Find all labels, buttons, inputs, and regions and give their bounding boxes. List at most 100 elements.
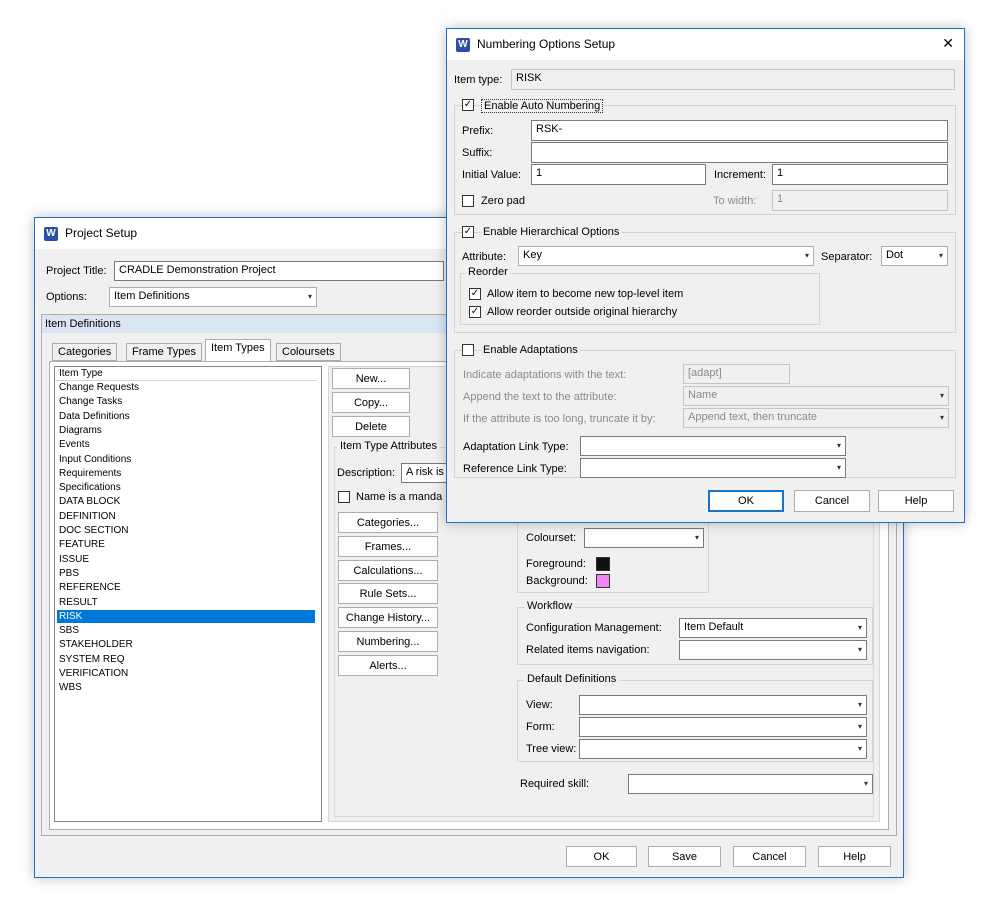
section-header-text: Item Definitions xyxy=(45,318,121,330)
categories-button[interactable]: Categories... xyxy=(338,512,438,533)
numbering-titlebar[interactable]: W Numbering Options Setup ✕ xyxy=(447,29,964,60)
window-title: Project Setup xyxy=(65,226,138,240)
project-cancel-button[interactable]: Cancel xyxy=(733,846,806,867)
project-save-button[interactable]: Save xyxy=(648,846,721,867)
foreground-swatch[interactable] xyxy=(596,557,610,571)
list-item[interactable]: DEFINITION xyxy=(59,510,116,523)
tab-item-types[interactable]: Item Types xyxy=(205,339,271,362)
separator-select[interactable]: Dot ▾ xyxy=(881,246,948,266)
suffix-label: Suffix: xyxy=(462,147,493,159)
project-ok-button[interactable]: OK xyxy=(566,846,637,867)
attribute-value: Key xyxy=(523,249,542,261)
name-mandatory-checkbox[interactable] xyxy=(338,491,350,503)
reference-link-select[interactable]: ▾ xyxy=(580,458,846,478)
numbering-help-button[interactable]: Help xyxy=(878,490,954,512)
numbering-button[interactable]: Numbering... xyxy=(338,631,438,652)
allow-reorder-outside-label: Allow reorder outside original hierarchy xyxy=(487,306,678,318)
list-item[interactable]: FEATURE xyxy=(59,538,105,551)
reference-link-label: Reference Link Type: xyxy=(463,463,567,475)
suffix-field[interactable] xyxy=(531,142,948,163)
list-item[interactable]: PBS xyxy=(59,567,79,580)
close-icon[interactable]: ✕ xyxy=(942,35,954,52)
enable-hierarchical-checkbox[interactable]: ✓ xyxy=(462,226,474,238)
attribute-label: Attribute: xyxy=(462,251,507,263)
initial-value-field[interactable]: 1 xyxy=(531,164,706,185)
list-item[interactable]: SYSTEM REQ xyxy=(59,653,125,666)
list-item[interactable]: STAKEHOLDER xyxy=(59,638,133,651)
tab-categories[interactable]: Categories xyxy=(52,343,118,361)
list-item[interactable]: REFERENCE xyxy=(59,581,121,594)
required-skill-select[interactable]: ▾ xyxy=(628,774,873,794)
chevron-down-icon: ▾ xyxy=(694,533,699,542)
list-item[interactable]: SBS xyxy=(59,624,79,637)
config-management-select[interactable]: Item Default ▾ xyxy=(679,618,867,638)
list-item[interactable]: Requirements xyxy=(59,467,121,480)
attribute-select[interactable]: Key ▾ xyxy=(518,246,814,266)
list-item[interactable]: Events xyxy=(59,438,90,451)
copy-button[interactable]: Copy... xyxy=(332,392,410,413)
list-item[interactable]: DOC SECTION xyxy=(59,524,128,537)
project-title-label: Project Title: xyxy=(46,265,107,277)
allow-reorder-outside-checkbox[interactable]: ✓ xyxy=(469,306,481,318)
description-field[interactable]: A risk is xyxy=(401,463,449,483)
change-history-button[interactable]: Change History... xyxy=(338,607,438,628)
new-button[interactable]: New... xyxy=(332,368,410,389)
to-width-label: To width: xyxy=(713,195,757,207)
zero-pad-checkbox[interactable] xyxy=(462,195,474,207)
list-item[interactable]: VERIFICATION xyxy=(59,667,128,680)
list-item[interactable]: Diagrams xyxy=(59,424,102,437)
list-item[interactable]: RISK xyxy=(57,609,315,623)
alerts-button[interactable]: Alerts... xyxy=(338,655,438,676)
list-item[interactable]: Input Conditions xyxy=(59,453,131,466)
rule-sets-button[interactable]: Rule Sets... xyxy=(338,583,438,604)
form-label: Form: xyxy=(526,721,555,733)
enable-auto-numbering-checkbox[interactable]: ✓ xyxy=(462,99,474,111)
window-title: Numbering Options Setup xyxy=(477,37,616,51)
adaptation-link-select[interactable]: ▾ xyxy=(580,436,846,456)
project-help-button[interactable]: Help xyxy=(818,846,891,867)
colourset-select[interactable]: ▾ xyxy=(584,528,704,548)
chevron-down-icon: ▾ xyxy=(857,623,862,632)
chevron-down-icon: ▾ xyxy=(857,645,862,654)
chevron-down-icon: ▾ xyxy=(939,391,944,400)
allow-top-level-label: Allow item to become new top-level item xyxy=(487,288,684,300)
chevron-down-icon: ▾ xyxy=(938,251,943,260)
attributes-group-title: Item Type Attributes xyxy=(337,440,441,452)
tree-view-select[interactable]: ▾ xyxy=(579,739,867,759)
form-select[interactable]: ▾ xyxy=(579,717,867,737)
list-item[interactable]: Specifications xyxy=(59,481,121,494)
tree-view-label: Tree view: xyxy=(526,743,577,755)
list-item[interactable]: RESULT xyxy=(59,596,98,609)
view-label: View: xyxy=(526,699,553,711)
frames-button[interactable]: Frames... xyxy=(338,536,438,557)
list-item[interactable]: WBS xyxy=(59,681,82,694)
item-type-label: Item type: xyxy=(454,74,503,86)
item-type-list[interactable]: Item Type Change Requests Change Tasks Dat… xyxy=(54,366,322,822)
chevron-down-icon: ▾ xyxy=(939,413,944,422)
project-title-field[interactable]: CRADLE Demonstration Project xyxy=(114,261,444,281)
numbering-cancel-button[interactable]: Cancel xyxy=(794,490,870,512)
list-item[interactable]: Data Definitions xyxy=(59,410,130,423)
prefix-field[interactable]: RSK- xyxy=(531,120,948,141)
increment-field[interactable]: 1 xyxy=(772,164,948,185)
list-item[interactable]: Change Requests xyxy=(59,381,139,394)
chevron-down-icon: ▾ xyxy=(804,251,809,260)
view-select[interactable]: ▾ xyxy=(579,695,867,715)
numbering-ok-button[interactable]: OK xyxy=(708,490,784,512)
list-item[interactable]: DATA BLOCK xyxy=(59,495,120,508)
related-nav-select[interactable]: ▾ xyxy=(679,640,867,660)
to-width-field: 1 xyxy=(772,190,948,211)
list-header-label: Item Type xyxy=(59,368,103,379)
background-swatch[interactable] xyxy=(596,574,610,588)
calculations-button[interactable]: Calculations... xyxy=(338,560,438,581)
list-item[interactable]: ISSUE xyxy=(59,553,89,566)
tab-frame-types[interactable]: Frame Types xyxy=(126,343,202,361)
tab-coloursets[interactable]: Coloursets xyxy=(276,343,341,361)
delete-button[interactable]: Delete xyxy=(332,416,410,437)
enable-adaptations-checkbox[interactable] xyxy=(462,344,474,356)
allow-top-level-checkbox[interactable]: ✓ xyxy=(469,288,481,300)
initial-value-label: Initial Value: xyxy=(462,169,522,181)
options-select[interactable]: Item Definitions ▾ xyxy=(109,287,317,307)
list-item[interactable]: Change Tasks xyxy=(59,395,122,408)
enable-auto-numbering-label: Enable Auto Numbering xyxy=(481,99,604,113)
